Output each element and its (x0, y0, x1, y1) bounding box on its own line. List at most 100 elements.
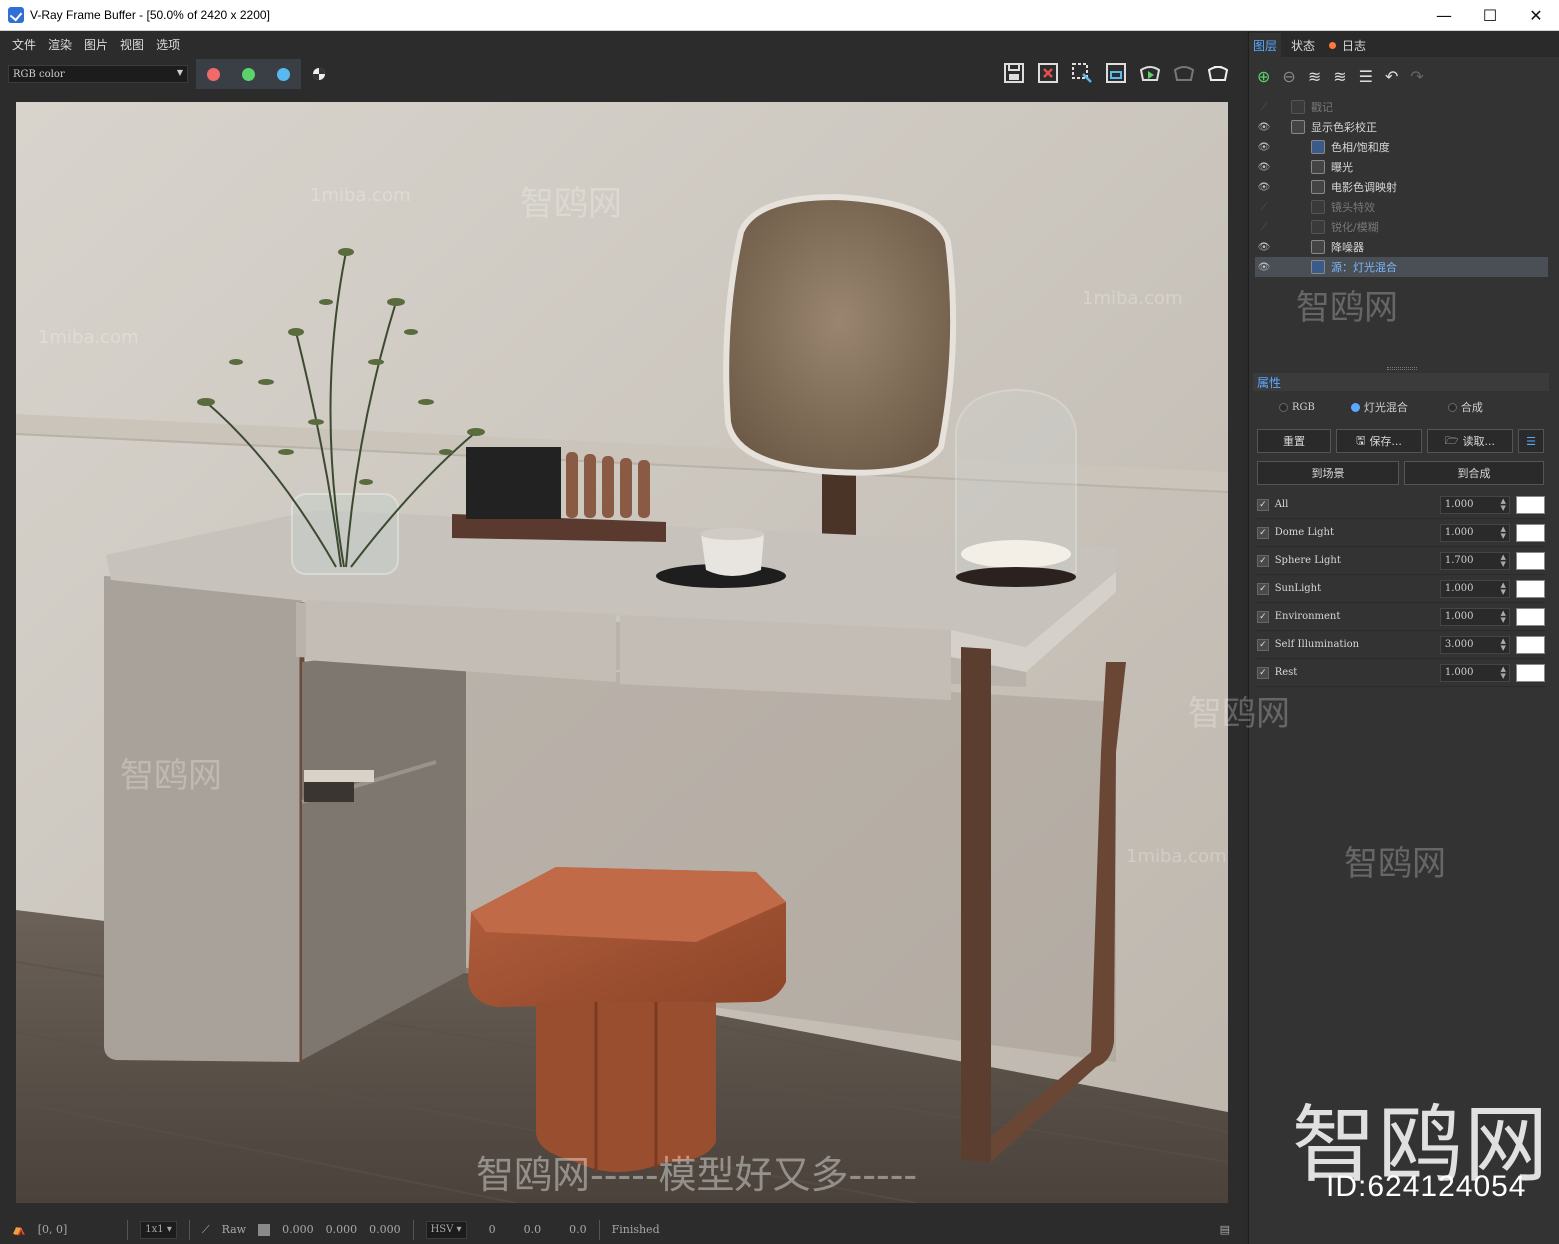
color-swatch[interactable] (1515, 607, 1546, 626)
intensity-input[interactable]: 1.000 ▲ ▼ (1439, 663, 1510, 682)
menu-options[interactable]: 选项 (156, 36, 180, 53)
tab-layers[interactable]: 图层 (1249, 33, 1282, 57)
to-composite-button[interactable]: 到合成 (1404, 461, 1544, 485)
save-layers-icon[interactable]: ≋ (1308, 67, 1321, 86)
add-layer-icon[interactable]: ⊕ (1257, 67, 1270, 86)
mode-rgb[interactable]: RGB (1279, 399, 1315, 415)
undo-icon[interactable]: ↶ (1385, 67, 1398, 86)
layer-row[interactable]: 👁 源：灯光混合 (1255, 257, 1548, 277)
intensity-input[interactable]: 1.000 ▲ ▼ (1439, 607, 1510, 626)
render-disabled-icon[interactable] (1172, 61, 1196, 85)
intensity-input[interactable]: 3.000 ▲ ▼ (1439, 635, 1510, 654)
panel-splitter[interactable] (1387, 367, 1417, 370)
eye-icon[interactable]: 👁 (1255, 142, 1273, 153)
channel-select[interactable]: RGB color ▼ (8, 65, 188, 83)
eye-icon[interactable]: 👁 (1255, 122, 1273, 133)
checkbox[interactable]: ✓ (1257, 526, 1269, 539)
spinner-icon[interactable]: ▲ ▼ (1500, 525, 1505, 540)
color-swatch[interactable] (1515, 523, 1546, 542)
pixel-picker-icon[interactable]: ⛺ (12, 1223, 26, 1236)
eye-icon[interactable]: 👁 (1255, 182, 1273, 193)
menu-file[interactable]: 文件 (12, 36, 36, 53)
eye-icon[interactable]: 👁 (1255, 162, 1273, 173)
red-channel-toggle[interactable] (196, 59, 231, 89)
minimize-button[interactable]: — (1421, 0, 1467, 31)
checkbox[interactable]: ✓ (1257, 554, 1269, 567)
eye-icon[interactable]: 👁 (1255, 242, 1273, 253)
mode-lightmix[interactable]: 灯光混合 (1350, 399, 1408, 415)
save-button[interactable]: 🖫 保存... (1336, 429, 1422, 453)
spinner-icon[interactable]: ▲ ▼ (1500, 637, 1505, 652)
menu-image[interactable]: 图片 (84, 36, 108, 53)
layer-row[interactable]: ⟋ 锐化/模糊 (1255, 217, 1548, 237)
layer-row[interactable]: 👁 降噪器 (1255, 237, 1548, 257)
layer-row[interactable]: 👁 显示色彩校正 (1255, 117, 1548, 137)
alpha-channel-toggle[interactable] (301, 59, 336, 89)
mode-composite[interactable]: 合成 (1447, 399, 1483, 415)
checkbox[interactable]: ✓ (1257, 666, 1269, 679)
checkbox[interactable]: ✓ (1257, 610, 1269, 623)
render-interactive-icon[interactable] (1138, 61, 1162, 85)
close-button[interactable]: ✕ (1513, 0, 1559, 31)
delete-layer-icon[interactable]: ⊖ (1282, 67, 1295, 86)
green-channel-toggle[interactable] (231, 59, 266, 89)
compare-icon[interactable] (1104, 61, 1128, 85)
load-button[interactable]: 🗁 读取... (1427, 429, 1513, 453)
layer-row[interactable]: 👁 色相/饱和度 (1255, 137, 1548, 157)
layer-row[interactable]: 👁 曝光 (1255, 157, 1548, 177)
load-layers-icon[interactable]: ≋ (1333, 67, 1346, 86)
eyedropper-icon[interactable]: ⟋ (202, 1223, 210, 1237)
menu-render[interactable]: 渲染 (48, 36, 72, 53)
visibility-icon[interactable]: ⟋ (1255, 202, 1273, 213)
clear-image-icon[interactable] (1036, 61, 1060, 85)
redo-icon[interactable]: ↷ (1410, 67, 1423, 86)
layer-label: 源：灯光混合 (1331, 261, 1397, 274)
checkbox[interactable]: ✓ (1257, 638, 1269, 651)
eye-icon[interactable]: 👁 (1255, 262, 1273, 273)
spinner-icon[interactable]: ▲ ▼ (1500, 665, 1505, 680)
visibility-icon[interactable]: ⟋ (1255, 222, 1273, 233)
render-status: Finished (611, 1223, 660, 1236)
save-icon[interactable] (1002, 61, 1026, 85)
intensity-input[interactable]: 1.000 ▲ ▼ (1439, 579, 1510, 598)
intensity-input[interactable]: 1.000 ▲ ▼ (1439, 495, 1510, 514)
visibility-icon[interactable]: ⟋ (1255, 102, 1273, 113)
alpha-icon (312, 68, 325, 80)
checkbox[interactable]: ✓ (1257, 498, 1269, 511)
maximize-button[interactable]: ☐ (1467, 0, 1513, 31)
list-icon: ☰ (1526, 434, 1536, 448)
intensity-input[interactable]: 1.700 ▲ ▼ (1439, 551, 1510, 570)
blue-channel-toggle[interactable] (266, 59, 301, 89)
layer-row[interactable]: ⟋ 镜头特效 (1255, 197, 1548, 217)
watermark-text: 智鸥网 (120, 756, 222, 796)
spinner-icon[interactable]: ▲ ▼ (1500, 581, 1505, 596)
spinner-icon[interactable]: ▲ ▼ (1500, 497, 1505, 512)
log-toggle-icon[interactable]: ▤ (1220, 1223, 1230, 1236)
green-dot-icon (242, 67, 255, 81)
layer-row[interactable]: ⟋ 戳记 (1255, 97, 1548, 117)
layer-row[interactable]: 👁 电影色调映射 (1255, 177, 1548, 197)
menu-view[interactable]: 视图 (120, 36, 144, 53)
scale-select[interactable]: 1x1 ▾ (140, 1220, 177, 1239)
chevron-down-icon: ▼ (176, 68, 183, 77)
checkbox[interactable]: ✓ (1257, 582, 1269, 595)
tab-log[interactable]: 日志 (1325, 33, 1371, 57)
mode-label: 合成 (1460, 401, 1483, 414)
render-viewport[interactable] (16, 102, 1228, 1203)
render-icon[interactable] (1206, 61, 1230, 85)
spinner-icon[interactable]: ▲ ▼ (1500, 553, 1505, 568)
reset-button[interactable]: 重置 (1257, 429, 1331, 453)
colorspace-select[interactable]: HSV ▾ (425, 1220, 467, 1239)
region-render-icon[interactable] (1070, 61, 1094, 85)
intensity-input[interactable]: 1.000 ▲ ▼ (1439, 523, 1510, 542)
layer-list-icon[interactable]: ☰ (1359, 67, 1373, 86)
color-swatch[interactable] (1515, 663, 1546, 682)
color-swatch[interactable] (1515, 579, 1546, 598)
color-swatch[interactable] (1515, 635, 1546, 654)
color-swatch[interactable] (1515, 551, 1546, 570)
color-swatch[interactable] (1515, 495, 1546, 514)
lightmix-menu-button[interactable]: ☰ (1518, 429, 1544, 453)
tab-status[interactable]: 状态 (1287, 33, 1320, 57)
to-scene-button[interactable]: 到场景 (1257, 461, 1399, 485)
spinner-icon[interactable]: ▲ ▼ (1500, 609, 1505, 624)
